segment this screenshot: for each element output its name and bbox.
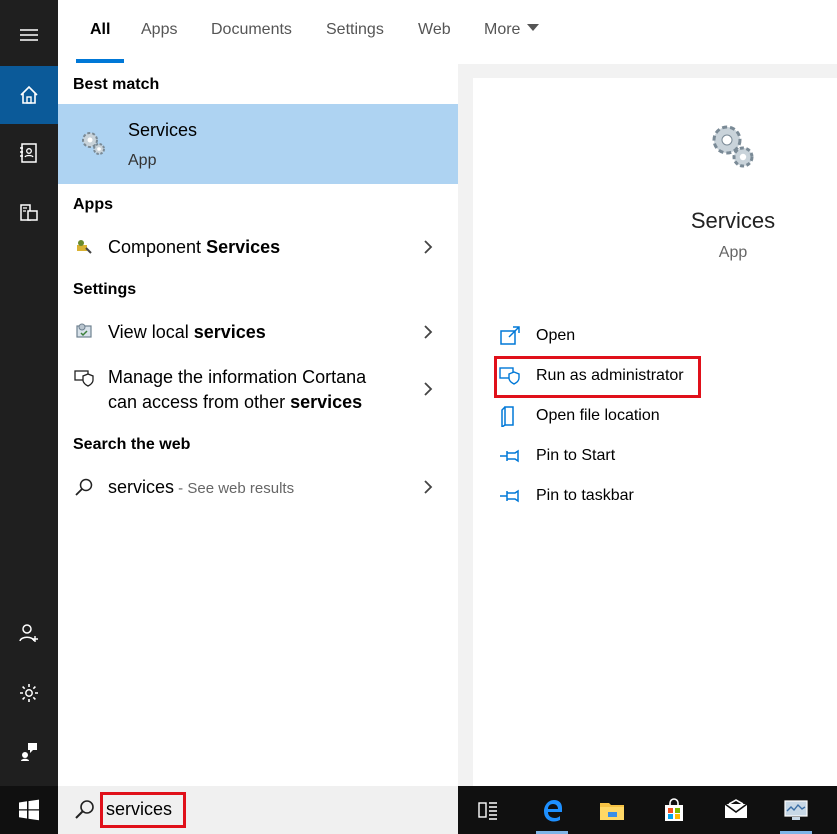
search-icon: [75, 800, 94, 819]
devices-icon: [20, 204, 38, 221]
active-tab-indicator: [76, 59, 124, 63]
open-icon: [500, 326, 520, 345]
tab-settings[interactable]: Settings: [326, 21, 384, 39]
result-label: Manage the information Cortana can access…: [108, 367, 367, 412]
hamburger-icon: [20, 29, 38, 41]
home-icon: [20, 85, 38, 104]
best-match-item[interactable]: Services App: [58, 104, 458, 184]
action-open[interactable]: Open: [499, 321, 575, 351]
app-preview-card: Services App: [473, 78, 837, 300]
action-open-file-location[interactable]: Open file location: [499, 401, 660, 431]
result-label: Component Services: [108, 237, 281, 257]
action-pin-to-start[interactable]: Pin to Start: [499, 441, 615, 471]
highlight-box-run-as-admin: [494, 356, 701, 398]
services-gear-icon: [82, 132, 105, 155]
best-match-subtitle: App: [128, 152, 157, 169]
search-tabs: All Apps Documents Settings Web More: [58, 0, 837, 65]
apps-header: Apps: [73, 196, 113, 213]
chevron-right-icon: [424, 240, 433, 254]
taskbar-store-button[interactable]: [650, 786, 698, 834]
monitor-app-icon: [784, 800, 808, 820]
chevron-right-icon: [424, 382, 433, 396]
services-gear-icon: [712, 125, 754, 168]
account-button[interactable]: [0, 604, 58, 662]
result-label: View local services: [108, 322, 266, 342]
tab-apps[interactable]: Apps: [141, 21, 177, 39]
chevron-right-icon: [424, 480, 433, 494]
edge-icon: [544, 800, 562, 822]
taskbar-mail-button[interactable]: [712, 786, 760, 834]
best-match-header: Best match: [73, 76, 160, 93]
user-add-icon: [19, 624, 38, 642]
app-title: Services: [690, 208, 776, 233]
task-view-button[interactable]: [464, 786, 512, 834]
search-web-header: Search the web: [73, 436, 191, 453]
pin-icon: [500, 489, 519, 503]
settings-header: Settings: [73, 281, 137, 298]
result-view-local-services[interactable]: View local services: [58, 319, 458, 355]
highlight-box-search-query: [100, 792, 186, 828]
task-view-icon: [478, 802, 497, 820]
result-component-services[interactable]: Component Services: [58, 234, 458, 270]
control-panel-icon: [76, 323, 92, 338]
chevron-right-icon: [424, 325, 433, 339]
taskbar-file-explorer-button[interactable]: [588, 786, 636, 834]
app-type: App: [718, 244, 748, 261]
tab-web[interactable]: Web: [418, 21, 451, 39]
search-icon: [75, 478, 93, 496]
start-button[interactable]: [5, 786, 53, 834]
result-label: services - See web results: [108, 477, 295, 497]
tab-documents[interactable]: Documents: [211, 21, 292, 39]
home-button[interactable]: [0, 66, 58, 124]
folder-icon: [600, 803, 624, 820]
file-location-icon: [501, 406, 514, 427]
store-icon: [665, 798, 683, 821]
start-rail: [0, 0, 58, 786]
hamburger-menu-button[interactable]: [0, 6, 58, 64]
feedback-button[interactable]: [0, 722, 58, 780]
action-pin-to-taskbar[interactable]: Pin to taskbar: [499, 481, 634, 511]
notebook-button[interactable]: [0, 124, 58, 182]
devices-button[interactable]: [0, 184, 58, 242]
mail-icon: [724, 799, 748, 818]
action-label: Pin to Start: [536, 447, 616, 464]
details-pane: Services App Open Run as administrator O…: [458, 64, 837, 786]
taskbar-services-button[interactable]: [772, 786, 820, 834]
windows-logo-icon: [19, 799, 39, 821]
tab-all[interactable]: All: [90, 21, 110, 39]
action-label: Open file location: [536, 407, 660, 424]
result-web-search[interactable]: services - See web results: [58, 474, 458, 510]
shield-chat-icon: [74, 370, 94, 387]
component-services-icon: [77, 240, 92, 254]
action-label: Pin to taskbar: [536, 487, 634, 504]
best-match-title: Services: [128, 120, 198, 140]
results-pane: Best match Services App Apps Component S…: [58, 64, 458, 786]
taskbar-edge-button[interactable]: [528, 786, 576, 834]
tab-more[interactable]: More: [484, 21, 540, 39]
tab-more-label: More: [484, 21, 521, 38]
result-cortana-permissions[interactable]: Manage the information Cortana can access…: [58, 364, 458, 418]
notebook-icon: [20, 143, 37, 163]
feedback-icon: [21, 743, 37, 761]
caret-down-icon: [527, 24, 540, 31]
pin-icon: [500, 449, 519, 463]
action-label: Open: [536, 327, 576, 344]
settings-button[interactable]: [0, 664, 58, 722]
gear-icon: [20, 684, 38, 702]
